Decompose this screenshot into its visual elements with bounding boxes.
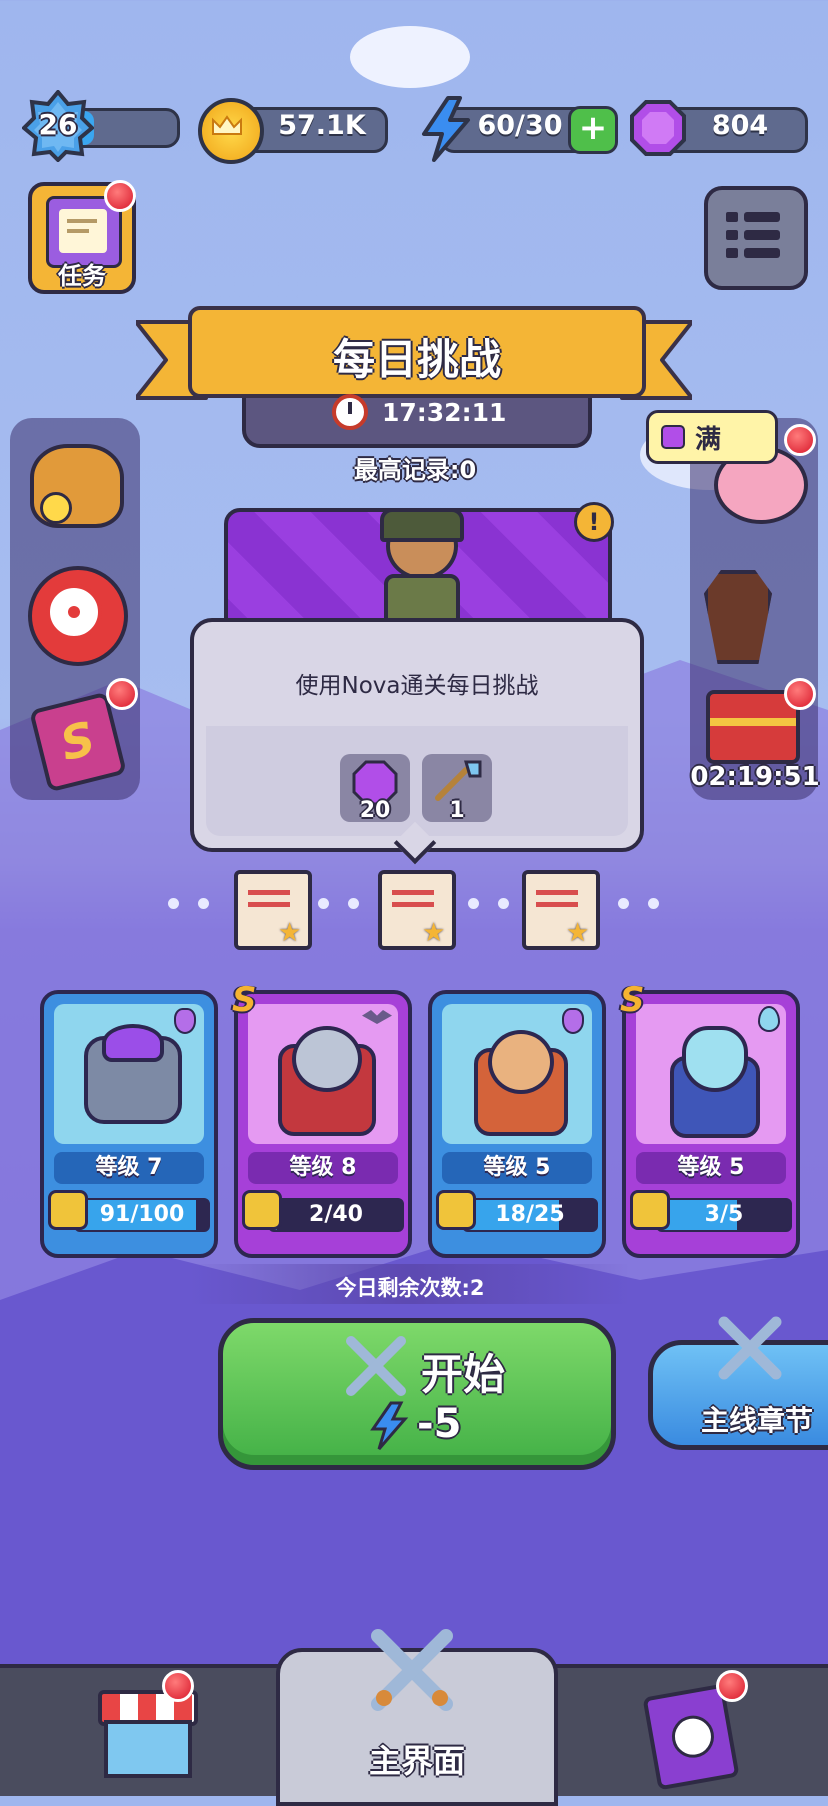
progress-dot xyxy=(498,898,509,909)
crossed-swords-icon xyxy=(718,1316,782,1380)
coins-amount: 57.1K xyxy=(278,110,366,141)
start-label: 开始 xyxy=(421,1350,506,1399)
reward-gem-count: 20 xyxy=(359,798,391,823)
hero-shard-progress: 18/25 xyxy=(462,1198,598,1232)
banner-title: 每日挑战 xyxy=(332,335,501,384)
best-record: 最高记录:0 xyxy=(353,456,477,484)
hero-shard-count: 2/40 xyxy=(309,1202,363,1227)
shop-notification-dot xyxy=(162,1670,194,1702)
season-pass-button[interactable]: S xyxy=(29,691,127,793)
water-drop-icon xyxy=(758,1006,780,1032)
tooltip-text: 使用Nova通关每日挑战 xyxy=(295,673,539,699)
info-icon[interactable]: ! xyxy=(574,502,614,542)
vampire-portrait xyxy=(248,1004,398,1144)
chest-timer: 02:19:51 xyxy=(690,762,820,792)
hero-level: 等级 7 xyxy=(54,1152,204,1184)
crossed-swords-icon xyxy=(346,1336,406,1396)
rewards-bag-button[interactable] xyxy=(24,436,124,528)
hero-shard-progress: 91/100 xyxy=(74,1198,210,1232)
player-level: 26 xyxy=(38,108,78,141)
challenge-timer: 17:32:11 xyxy=(382,398,507,427)
hero-card-3[interactable]: 等级 5 18/25 xyxy=(428,990,606,1258)
menu-button[interactable] xyxy=(704,186,808,290)
tasks-label: 任务 xyxy=(58,262,106,290)
stage-scroll-3[interactable]: ★ xyxy=(518,866,600,950)
puzzle-piece-icon xyxy=(242,1190,282,1230)
tasks-notification-dot xyxy=(104,180,136,212)
star-icon: ★ xyxy=(278,918,302,948)
progress-dot xyxy=(348,898,359,909)
remaining-attempts: 今日剩余次数:2 xyxy=(335,1276,485,1300)
gold-coin-icon xyxy=(40,492,72,524)
gems-amount: 804 xyxy=(711,110,769,141)
chest-notification-dot xyxy=(784,678,816,710)
progress-dot xyxy=(468,898,479,909)
rarity-badge: S xyxy=(620,980,645,1020)
hero-shard-count: 91/100 xyxy=(99,1202,185,1227)
stopwatch-icon xyxy=(332,394,368,430)
tooltip-divider xyxy=(206,726,628,836)
stage-scroll-2[interactable]: ★ xyxy=(374,866,456,950)
star-icon: ★ xyxy=(422,918,446,948)
piggy-full-label: 满 xyxy=(695,425,722,455)
energy-amount: 60/30 xyxy=(477,110,563,141)
lightning-icon xyxy=(422,96,470,162)
start-cost: -5 xyxy=(417,1401,462,1447)
reward-key-slot: 1 xyxy=(422,754,492,823)
piggy-full-label-bubble: 满 xyxy=(646,410,778,464)
gem-icon xyxy=(630,100,686,156)
hero-level: 等级 8 xyxy=(248,1152,398,1184)
start-button[interactable]: 开始 -5 xyxy=(218,1318,616,1470)
target-challenge-button[interactable] xyxy=(28,566,128,666)
hero-level: 等级 5 xyxy=(442,1152,592,1184)
add-energy-button[interactable]: + xyxy=(568,106,618,154)
stage-scroll-1[interactable]: ★ xyxy=(230,866,312,950)
shop-icon xyxy=(98,1690,198,1778)
season-pass-notification-dot xyxy=(106,678,138,710)
main-chapter-label: 主线章节 xyxy=(701,1404,814,1437)
puzzle-piece-icon xyxy=(436,1190,476,1230)
hero-shard-count: 3/5 xyxy=(704,1202,744,1227)
challenge-tooltip: 使用Nova通关每日挑战 20 1 xyxy=(190,618,644,865)
cloud xyxy=(350,26,470,88)
crown-coin-icon xyxy=(198,98,264,164)
daily-challenge-banner: 每日挑战 xyxy=(188,306,646,398)
list-icon xyxy=(726,212,780,258)
hero-shard-progress: 2/40 xyxy=(268,1198,404,1232)
hero-shard-count: 18/25 xyxy=(495,1202,565,1227)
hero-level: 等级 5 xyxy=(636,1152,786,1184)
coffin-button[interactable] xyxy=(700,566,790,664)
lightning-icon xyxy=(370,1401,409,1450)
progress-dot xyxy=(318,898,329,909)
heroes-notification-dot xyxy=(716,1670,748,1702)
reward-key-count: 1 xyxy=(449,798,465,823)
puzzle-piece-icon xyxy=(48,1190,88,1230)
reward-gem-slot: 20 xyxy=(340,754,410,823)
crossed-swords-icon xyxy=(371,1629,453,1711)
progress-dot xyxy=(648,898,659,909)
hero-card-2[interactable]: 等级 8 2/40 S xyxy=(232,980,412,1258)
puzzle-piece-icon xyxy=(630,1190,670,1230)
progress-dot xyxy=(168,898,179,909)
progress-dot xyxy=(198,898,209,909)
nav-home-label: 主界面 xyxy=(368,1742,465,1780)
hero-shard-progress: 3/5 xyxy=(656,1198,792,1232)
potion-icon xyxy=(562,1008,584,1034)
star-icon: ★ xyxy=(566,918,590,948)
small-gem-icon xyxy=(661,425,685,449)
rarity-badge: S xyxy=(232,980,257,1020)
hero-cards-row: 等级 7 91/100 等级 8 2/40 S 等级 5 18/25 等级 5 xyxy=(30,980,800,1258)
piggy-notification-dot xyxy=(784,424,816,456)
hero-card-1[interactable]: 等级 7 91/100 xyxy=(40,990,218,1258)
coffin-icon xyxy=(704,570,772,664)
hero-card-4[interactable]: 等级 5 3/5 S xyxy=(620,980,800,1258)
potion-icon xyxy=(174,1008,196,1034)
progress-dot xyxy=(618,898,629,909)
